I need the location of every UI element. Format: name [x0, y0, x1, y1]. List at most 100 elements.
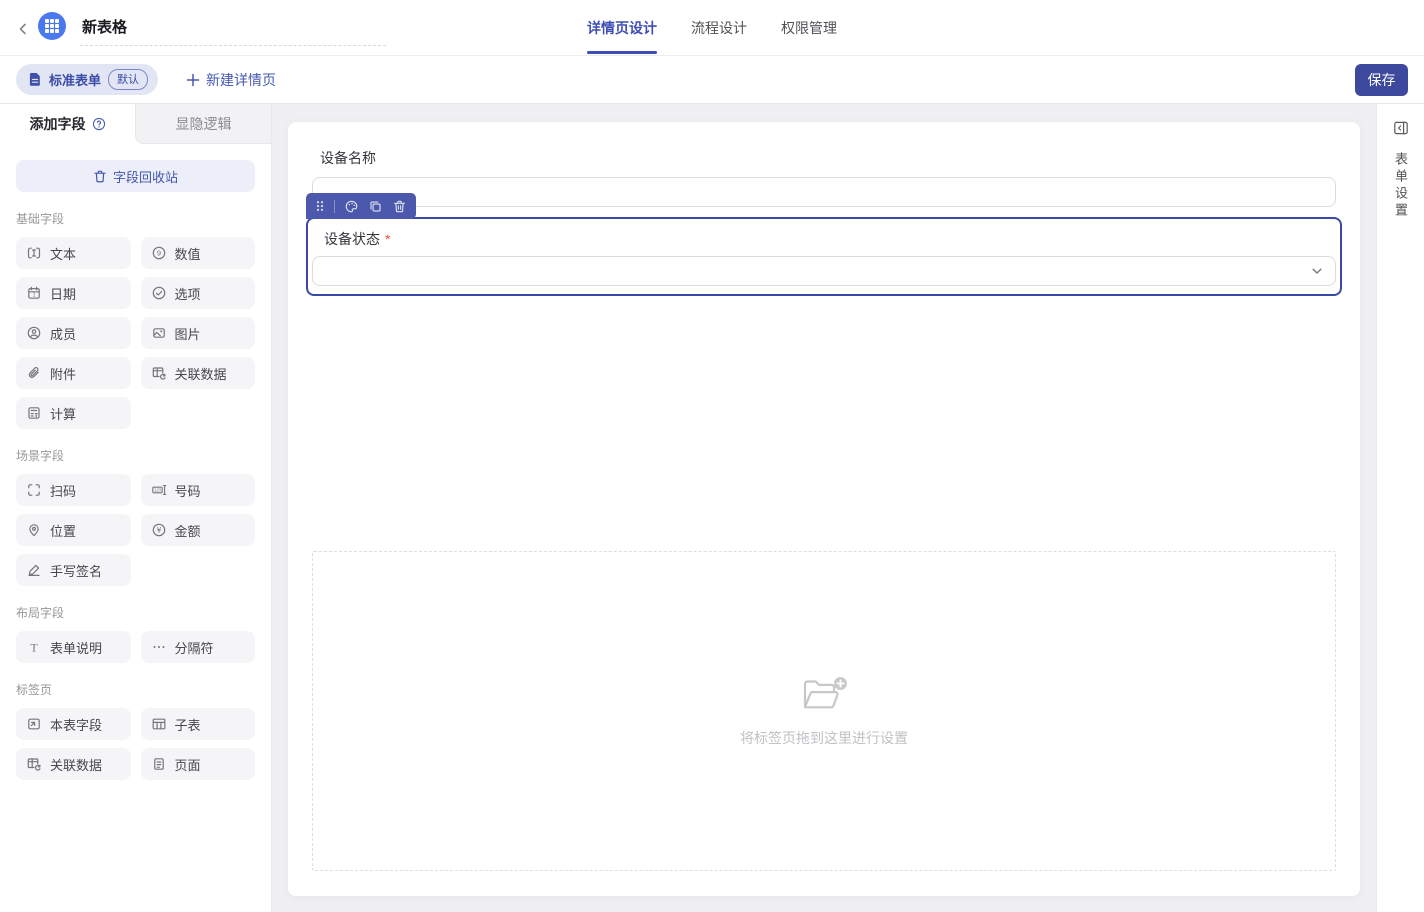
selected-field-block[interactable]: 设备状态 * [306, 217, 1342, 296]
member-field-icon [26, 325, 42, 341]
field-item-description[interactable]: T 表单说明 [16, 631, 131, 663]
field-item-serial[interactable]: 123 号码 [141, 474, 256, 506]
svg-text:123: 123 [154, 488, 162, 493]
form-card: 设备名称 [288, 122, 1360, 896]
field-group-title: 场景字段 [16, 447, 255, 464]
duplicate-button[interactable] [368, 199, 383, 214]
field-grid-scene: 扫码 123 号码 位置 [0, 474, 271, 586]
sheet-fields-tab-icon [26, 716, 42, 732]
field-item-formula[interactable]: 计算 [16, 397, 131, 429]
tab-item-relation[interactable]: 关联数据 [16, 748, 131, 780]
document-icon [28, 72, 42, 87]
palette-icon [344, 199, 359, 214]
field-item-divider[interactable]: 分隔符 [141, 631, 256, 663]
device-status-select[interactable] [312, 256, 1336, 286]
tab-item-subtable[interactable]: 子表 [141, 708, 256, 740]
form-title-editable[interactable]: 新表格 [80, 10, 386, 46]
field-item-image[interactable]: 图片 [141, 317, 256, 349]
field-item-label: 本表字段 [50, 715, 102, 734]
new-detail-page-label: 新建详情页 [206, 70, 276, 90]
field-item-number[interactable]: 9 数值 [141, 237, 256, 269]
field-label: 设备名称 [320, 148, 1336, 168]
field-item-label: 成员 [50, 324, 76, 343]
field-label: 设备状态 [324, 229, 380, 249]
field-item-label: 关联数据 [50, 755, 102, 774]
field-item-label: 手写签名 [50, 561, 102, 580]
field-item-scan[interactable]: 扫码 [16, 474, 131, 506]
delete-icon [392, 199, 407, 214]
tab-flow-design[interactable]: 流程设计 [691, 0, 747, 55]
option-field-icon [151, 285, 167, 301]
tab-item-sheet-fields[interactable]: 本表字段 [16, 708, 131, 740]
field-item-label: 号码 [175, 481, 201, 500]
help-icon[interactable] [92, 117, 106, 131]
new-detail-page-button[interactable]: 新建详情页 [186, 70, 276, 90]
formula-field-icon [26, 405, 42, 421]
field-item-amount[interactable]: ¥ 金额 [141, 514, 256, 546]
form-toolbar: 标准表单 默认 新建详情页 保存 [0, 56, 1424, 104]
field-recycle-bin-button[interactable]: 字段回收站 [16, 160, 255, 192]
delete-button[interactable] [392, 199, 407, 214]
sidebar-tabs: 添加字段 显隐逻辑 [0, 104, 271, 144]
page-tab-icon [151, 756, 167, 772]
location-field-icon [26, 522, 42, 538]
svg-text:¥: ¥ [156, 526, 161, 535]
duplicate-icon [368, 199, 383, 214]
field-item-option[interactable]: 选项 [141, 277, 256, 309]
app-logo-icon [38, 12, 66, 40]
field-item-signature[interactable]: 手写签名 [16, 554, 131, 586]
field-sidebar: 添加字段 显隐逻辑 字段回收站 基础字段 [0, 104, 272, 912]
field-item-label: 图片 [175, 324, 201, 343]
scan-field-icon [26, 482, 42, 498]
tab-permission-management[interactable]: 权限管理 [781, 0, 837, 55]
divider-field-icon [151, 639, 167, 655]
chevron-left-icon [16, 22, 30, 36]
back-button[interactable] [16, 18, 30, 40]
save-button[interactable]: 保存 [1355, 64, 1408, 96]
description-field-icon: T [26, 639, 42, 655]
style-button[interactable] [344, 199, 359, 214]
trash-icon [93, 169, 107, 184]
page-title: 新表格 [82, 19, 127, 36]
expand-panel-button[interactable] [1390, 117, 1412, 139]
field-item-label: 选项 [175, 284, 201, 303]
form-settings-label[interactable]: 表单设置 [1391, 152, 1410, 220]
tab-detail-page-design[interactable]: 详情页设计 [587, 0, 657, 55]
field-item-label: 文本 [50, 244, 76, 263]
tab-dropzone[interactable]: 将标签页拖到这里进行设置 [312, 551, 1336, 871]
relation-field-icon [151, 365, 167, 381]
field-item-label: 表单说明 [50, 638, 102, 657]
device-name-field[interactable]: 设备名称 [312, 148, 1336, 207]
relation-tab-icon [26, 756, 42, 772]
field-group-title: 基础字段 [16, 210, 255, 227]
field-item-label: 日期 [50, 284, 76, 303]
field-item-date[interactable]: 1 日期 [16, 277, 131, 309]
field-item-relation[interactable]: 关联数据 [141, 357, 256, 389]
device-name-input[interactable] [312, 177, 1336, 207]
drag-handle[interactable] [315, 199, 325, 213]
standard-form-pill[interactable]: 标准表单 默认 [16, 64, 158, 95]
text-field-icon [26, 245, 42, 261]
field-item-label: 数值 [175, 244, 201, 263]
tab-item-page[interactable]: 页面 [141, 748, 256, 780]
tab-visibility-logic[interactable]: 显隐逻辑 [135, 104, 271, 144]
attachment-field-icon [26, 365, 42, 381]
field-group-title: 标签页 [16, 681, 255, 698]
field-grid-tabs: 本表字段 子表 关联数据 [0, 708, 271, 780]
field-item-label: 附件 [50, 364, 76, 383]
toolbar-divider [334, 200, 335, 213]
main-content: 添加字段 显隐逻辑 字段回收站 基础字段 [0, 104, 1424, 912]
field-item-attachment[interactable]: 附件 [16, 357, 131, 389]
image-field-icon [151, 325, 167, 341]
date-field-icon: 1 [26, 285, 42, 301]
plus-icon [186, 73, 200, 87]
tab-add-field[interactable]: 添加字段 [0, 104, 135, 144]
svg-text:T: T [30, 640, 38, 654]
field-label-row: 设备状态 * [324, 229, 1336, 249]
field-item-text[interactable]: 文本 [16, 237, 131, 269]
number-field-icon: 9 [151, 245, 167, 261]
drag-handle-icon [315, 199, 325, 213]
field-action-toolbar [306, 193, 416, 219]
field-item-member[interactable]: 成员 [16, 317, 131, 349]
field-item-location[interactable]: 位置 [16, 514, 131, 546]
